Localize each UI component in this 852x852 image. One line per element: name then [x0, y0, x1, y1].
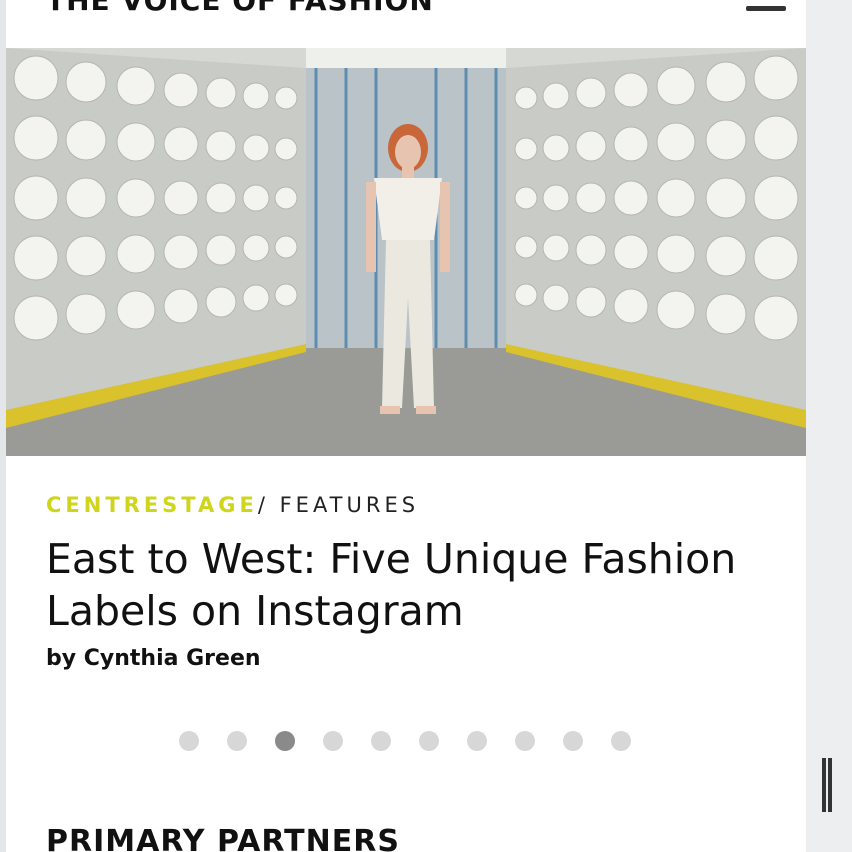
article-byline: by Cynthia Green	[46, 646, 261, 671]
carousel-dot-1[interactable]	[179, 731, 199, 751]
hero-image-graphic	[6, 48, 806, 456]
hamburger-menu-icon	[746, 6, 786, 11]
carousel-dot-5[interactable]	[371, 731, 391, 751]
article-category: CENTRESTAGE/ FEATURES	[46, 493, 419, 517]
hero-image[interactable]	[6, 48, 806, 456]
article-page: THE VOICE OF FASHION CENTRESTAGE/ FEATUR…	[6, 0, 806, 852]
carousel-dot-6[interactable]	[419, 731, 439, 751]
category-secondary-link[interactable]: FEATURES	[280, 493, 419, 517]
category-separator: /	[257, 493, 269, 517]
site-header: THE VOICE OF FASHION	[6, 0, 806, 48]
carousel-dot-9[interactable]	[563, 731, 583, 751]
carousel-dot-4[interactable]	[323, 731, 343, 751]
carousel-dot-7[interactable]	[467, 731, 487, 751]
scrollbar-track[interactable]	[806, 0, 852, 852]
article-title[interactable]: East to West: Five Unique Fashion Labels…	[46, 533, 786, 637]
carousel-dot-8[interactable]	[515, 731, 535, 751]
category-primary-link[interactable]: CENTRESTAGE	[46, 493, 258, 517]
scrollbar-grip-icon[interactable]	[820, 758, 834, 812]
menu-button[interactable]	[744, 0, 788, 20]
carousel-dot-10[interactable]	[611, 731, 631, 751]
carousel-dot-2[interactable]	[227, 731, 247, 751]
primary-partners-heading: PRIMARY PARTNERS	[46, 824, 400, 852]
site-logo[interactable]: THE VOICE OF FASHION	[46, 0, 434, 17]
carousel-dot-3[interactable]	[275, 731, 295, 751]
